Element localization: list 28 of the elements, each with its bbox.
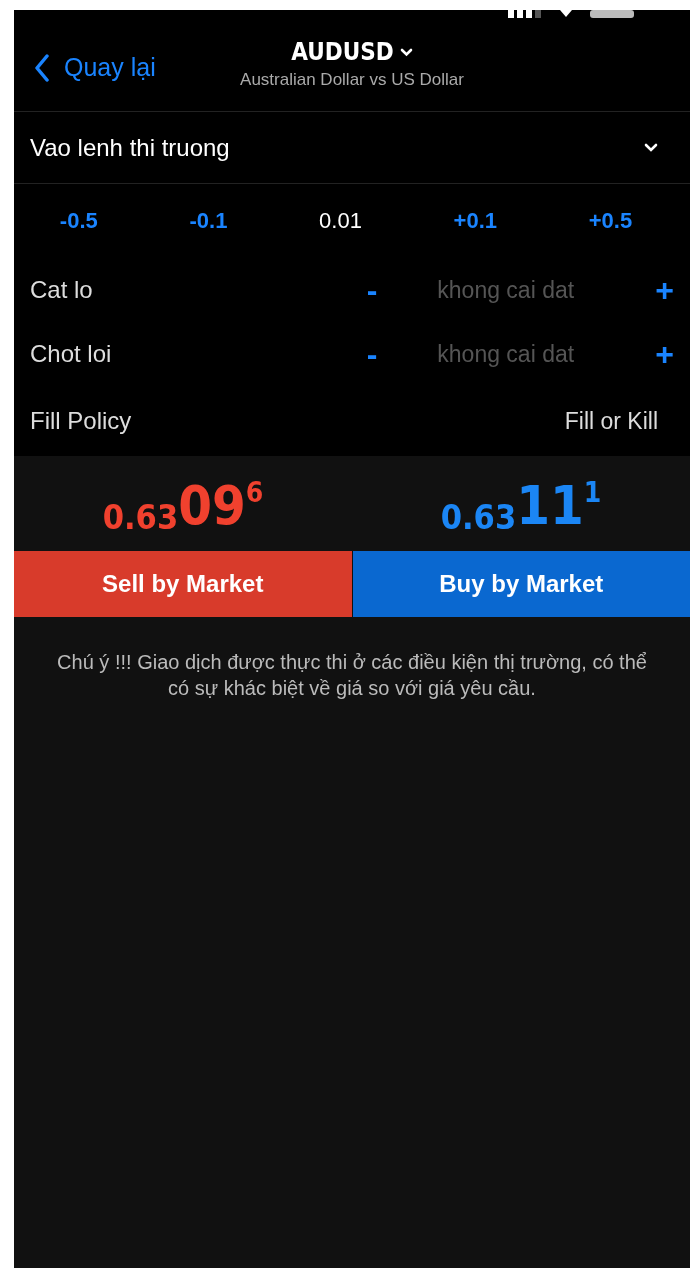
buy-button[interactable]: Buy by Market bbox=[352, 551, 690, 617]
notice-text: Chú ý !!! Giao dịch được thực thi ở các điều kiện thị trường, có thể có sự khác biệt về giá so với giá yêu cầu. bbox=[56, 650, 648, 701]
chevron-down-icon bbox=[399, 47, 413, 57]
volume-step-button[interactable]: +0.1 bbox=[453, 208, 497, 234]
symbol-description: Australian Dollar vs US Dollar bbox=[240, 70, 464, 90]
battery-icon bbox=[590, 10, 634, 18]
price-input[interactable]: khong cai dat bbox=[437, 276, 608, 304]
increase-button[interactable]: + bbox=[655, 338, 674, 370]
decrease-button[interactable]: - bbox=[366, 274, 378, 306]
volume-step-button[interactable]: +0.5 bbox=[588, 208, 633, 234]
signal-icon bbox=[508, 10, 542, 18]
order-type-dropdown[interactable]: Vao lenh thi truong bbox=[14, 112, 690, 184]
back-button[interactable]: Quay lại bbox=[14, 53, 156, 82]
field-label: Cat lo bbox=[30, 276, 94, 304]
fill-policy-value: Fill or Kill bbox=[564, 407, 658, 435]
volume-step-button[interactable]: -0.5 bbox=[59, 208, 98, 234]
volume-step-button[interactable]: -0.1 bbox=[189, 208, 228, 234]
chevron-down-icon bbox=[644, 143, 658, 152]
price-input[interactable]: khong cai dat bbox=[437, 340, 608, 368]
increase-button[interactable]: + bbox=[655, 274, 674, 306]
wifi-icon bbox=[558, 10, 574, 18]
decrease-button[interactable]: - bbox=[366, 338, 378, 370]
symbol-selector[interactable]: AUDUSD bbox=[291, 38, 413, 66]
volume-value: 0.01 bbox=[319, 208, 362, 234]
field-label: Fill Policy bbox=[30, 407, 132, 435]
chevron-left-icon bbox=[34, 53, 50, 82]
field-label: Chot loi bbox=[30, 340, 113, 368]
sell-button[interactable]: Sell by Market bbox=[14, 551, 352, 617]
